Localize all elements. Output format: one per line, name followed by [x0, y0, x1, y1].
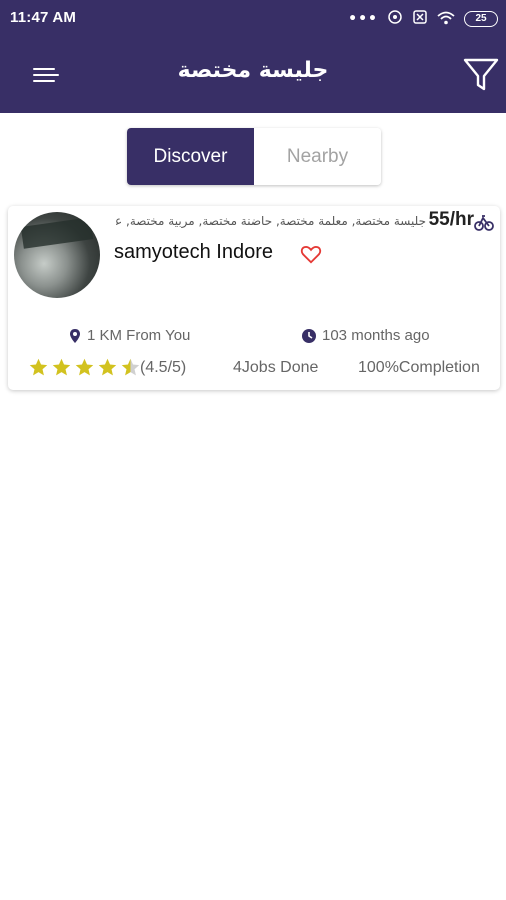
battery-icon: 25 — [464, 11, 498, 27]
clock-icon — [302, 328, 316, 343]
sim-off-icon — [412, 9, 428, 29]
provider-name: samyotech Indore — [114, 241, 273, 263]
rating-text: (4.5/5) — [140, 359, 187, 376]
joined-info: 103 months ago — [301, 327, 430, 344]
status-bar: 11:47 AM ••• 25 — [0, 0, 506, 36]
star-half-icon — [121, 358, 140, 376]
app-bar: جليسة مختصة — [0, 36, 506, 113]
completion-rate: 100%Completion — [358, 359, 480, 376]
wifi-icon — [437, 10, 455, 29]
filter-button[interactable] — [462, 56, 500, 94]
favorite-heart-icon[interactable] — [300, 243, 322, 265]
provider-card[interactable]: جليسة مختصة, معلمة مختصة, حاضنة مختصة, م… — [8, 206, 500, 390]
tab-discover[interactable]: Discover — [127, 128, 254, 185]
rating-stars — [28, 357, 141, 378]
distance-text: 1 KM From You — [87, 327, 191, 344]
distance-info: 1 KM From You — [68, 327, 190, 344]
location-pin-icon — [70, 328, 80, 343]
joined-text: 103 months ago — [322, 327, 430, 344]
more-notifications-icon: ••• — [348, 11, 378, 27]
status-time: 11:47 AM — [10, 9, 77, 26]
hourly-rate: 55/hr — [428, 209, 474, 230]
tab-switcher: Discover Nearby — [127, 128, 381, 185]
jobs-done: 4Jobs Done — [233, 359, 319, 376]
filter-icon — [463, 58, 499, 91]
star-icon — [29, 358, 48, 376]
vehicle-icon — [474, 212, 494, 232]
star-icon — [98, 358, 117, 376]
avatar — [14, 212, 100, 298]
page-title: جليسة مختصة — [177, 58, 329, 83]
star-icon — [75, 358, 94, 376]
star-icon — [52, 358, 71, 376]
sync-icon — [387, 9, 403, 29]
tab-nearby[interactable]: Nearby — [254, 128, 381, 185]
status-icons: ••• 25 — [348, 9, 498, 29]
skills-list: جليسة مختصة, معلمة مختصة, حاضنة مختصة, م… — [116, 214, 426, 228]
